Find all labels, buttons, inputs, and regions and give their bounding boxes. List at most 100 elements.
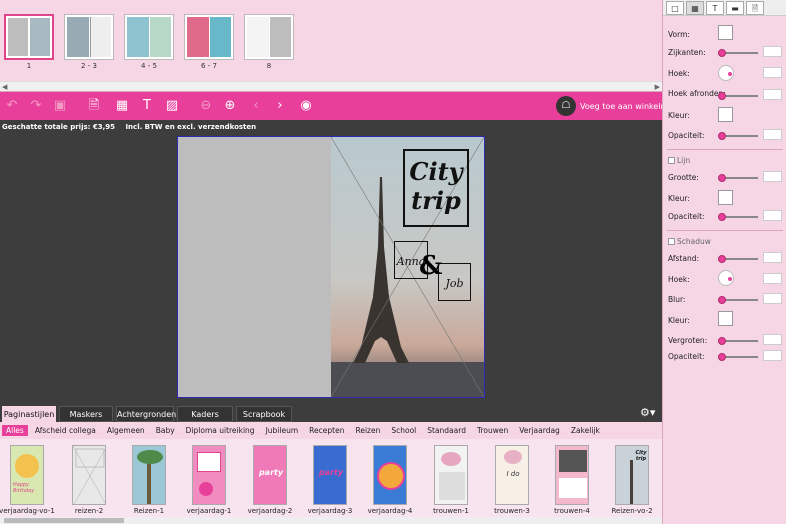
schaduw-hoek-dial[interactable] xyxy=(718,270,734,286)
scrollbar-thumb[interactable] xyxy=(4,518,124,523)
text-tab-icon[interactable]: T xyxy=(706,1,724,15)
hoek-dial[interactable] xyxy=(718,65,734,81)
zoom-out-icon[interactable]: ⊖ xyxy=(196,96,216,116)
tab-achtergronden[interactable]: Achtergronden xyxy=(116,406,176,422)
lijn-opaciteit-value[interactable] xyxy=(763,210,782,221)
slider-knob[interactable] xyxy=(718,213,726,221)
template-thumbnail[interactable]: party xyxy=(313,445,347,505)
afstand-slider[interactable] xyxy=(718,255,758,263)
grootte-slider[interactable] xyxy=(718,174,758,182)
lijn-checkbox[interactable] xyxy=(668,157,675,164)
scroll-right-icon[interactable]: ▶ xyxy=(655,82,660,92)
kleur-swatch[interactable] xyxy=(718,107,733,122)
tab-maskers[interactable]: Maskers xyxy=(59,406,113,422)
thumbnail-page-2-3[interactable] xyxy=(64,14,114,60)
shape-tab-icon[interactable]: □ xyxy=(666,1,684,15)
category-algemeen[interactable]: Algemeen xyxy=(103,425,149,436)
hoek-afronden-value[interactable] xyxy=(763,89,782,100)
tab-scrapbook[interactable]: Scrapbook xyxy=(236,406,292,422)
page-spread[interactable]: City trip Anna Job & xyxy=(177,136,485,398)
slider-knob[interactable] xyxy=(718,296,726,304)
slider-knob[interactable] xyxy=(718,353,726,361)
slider-knob[interactable] xyxy=(718,132,726,140)
category-verjaardag[interactable]: Verjaardag xyxy=(515,425,564,436)
template-thumbnail[interactable] xyxy=(132,445,166,505)
opaciteit-value[interactable] xyxy=(763,129,782,140)
template-scrollbar[interactable] xyxy=(0,517,662,524)
tab-paginastijlen[interactable]: Paginastijlen xyxy=(2,406,56,422)
zoom-in-icon[interactable]: ⊕ xyxy=(220,96,240,116)
blur-value[interactable] xyxy=(763,293,782,304)
add-text-icon[interactable]: T xyxy=(137,96,157,116)
template-thumbnail[interactable] xyxy=(434,445,468,505)
page-tab-icon[interactable]: 🗎 xyxy=(746,1,764,15)
template-thumbnail[interactable]: party xyxy=(253,445,287,505)
undo-icon[interactable]: ↶ xyxy=(2,96,22,116)
category-jubileum[interactable]: Jubileum xyxy=(262,425,303,436)
thumbnail-page-6-7[interactable] xyxy=(184,14,234,60)
template-thumbnail[interactable]: City trip xyxy=(615,445,649,505)
afstand-value[interactable] xyxy=(763,252,782,263)
gear-icon[interactable]: ⚙▾ xyxy=(640,406,655,419)
name2-text[interactable]: Job xyxy=(438,277,471,290)
line-tab-icon[interactable]: ▬ xyxy=(726,1,744,15)
blur-slider[interactable] xyxy=(718,296,758,304)
category-zakelijk[interactable]: Zakelijk xyxy=(567,425,604,436)
category-alles[interactable]: Alles xyxy=(2,425,28,436)
thumbnail-page-4-5[interactable] xyxy=(124,14,174,60)
schaduw-kleur-swatch[interactable] xyxy=(718,311,733,326)
template-thumbnail[interactable] xyxy=(72,445,106,505)
category-recepten[interactable]: Recepten xyxy=(305,425,348,436)
previous-page-icon[interactable]: ‹ xyxy=(246,96,266,116)
next-page-icon[interactable]: › xyxy=(270,96,290,116)
redo-icon[interactable]: ↷ xyxy=(26,96,46,116)
save-icon[interactable]: ▣ xyxy=(50,96,70,116)
category-afscheid-collega[interactable]: Afscheid collega xyxy=(31,425,100,436)
zijkanten-value[interactable] xyxy=(763,46,782,57)
ampersand-text[interactable]: & xyxy=(419,251,442,281)
slider-knob[interactable] xyxy=(718,174,726,182)
grootte-value[interactable] xyxy=(763,171,782,182)
vergroten-value[interactable] xyxy=(763,334,782,345)
add-image-icon[interactable]: ▨ xyxy=(162,96,182,116)
template-thumbnail[interactable]: Happy Birthday xyxy=(10,445,44,505)
hoek-value[interactable] xyxy=(763,67,782,78)
thumbnail-page-1[interactable] xyxy=(4,14,54,60)
image-tab-icon[interactable]: ▦ xyxy=(686,1,704,15)
slider-knob[interactable] xyxy=(718,92,726,100)
add-page-icon[interactable]: 🗎 xyxy=(84,96,104,116)
vergroten-slider[interactable] xyxy=(718,337,758,345)
schaduw-hoek-value[interactable] xyxy=(763,273,782,284)
opaciteit-slider[interactable] xyxy=(718,132,758,140)
add-photo-icon[interactable]: ▦ xyxy=(112,96,132,116)
title-text[interactable]: City trip xyxy=(403,157,469,215)
template-thumbnail[interactable]: I do xyxy=(495,445,529,505)
tab-kaders[interactable]: Kaders xyxy=(177,406,233,422)
category-school[interactable]: School xyxy=(387,425,420,436)
category-standaard[interactable]: Standaard xyxy=(423,425,470,436)
lijn-opaciteit-slider[interactable] xyxy=(718,213,758,221)
category-trouwen[interactable]: Trouwen xyxy=(473,425,512,436)
thumbnail-scrollbar[interactable]: ◀ ▶ xyxy=(0,81,662,91)
schaduw-opaciteit-slider[interactable] xyxy=(718,353,758,361)
slider-knob[interactable] xyxy=(718,49,726,57)
category-baby[interactable]: Baby xyxy=(152,425,179,436)
category-diploma-uitreiking[interactable]: Diploma uitreiking xyxy=(182,425,259,436)
shape-picker[interactable] xyxy=(718,25,733,40)
schaduw-opaciteit-value[interactable] xyxy=(763,350,782,361)
zijkanten-slider[interactable] xyxy=(718,49,758,57)
schaduw-checkbox[interactable] xyxy=(668,238,675,245)
hoek-afronden-slider[interactable] xyxy=(718,92,758,100)
left-page[interactable] xyxy=(178,137,331,397)
template-thumbnail[interactable] xyxy=(555,445,589,505)
slider-knob[interactable] xyxy=(718,337,726,345)
template-thumbnail[interactable] xyxy=(373,445,407,505)
template-thumbnail[interactable] xyxy=(192,445,226,505)
category-reizen[interactable]: Reizen xyxy=(351,425,384,436)
scroll-left-icon[interactable]: ◀ xyxy=(2,82,7,92)
thumbnail-page-8[interactable] xyxy=(244,14,294,60)
slider-knob[interactable] xyxy=(718,255,726,263)
lijn-kleur-swatch[interactable] xyxy=(718,190,733,205)
right-page[interactable]: City trip Anna Job & xyxy=(331,137,484,397)
preview-eye-icon[interactable]: ◉ xyxy=(296,96,316,116)
